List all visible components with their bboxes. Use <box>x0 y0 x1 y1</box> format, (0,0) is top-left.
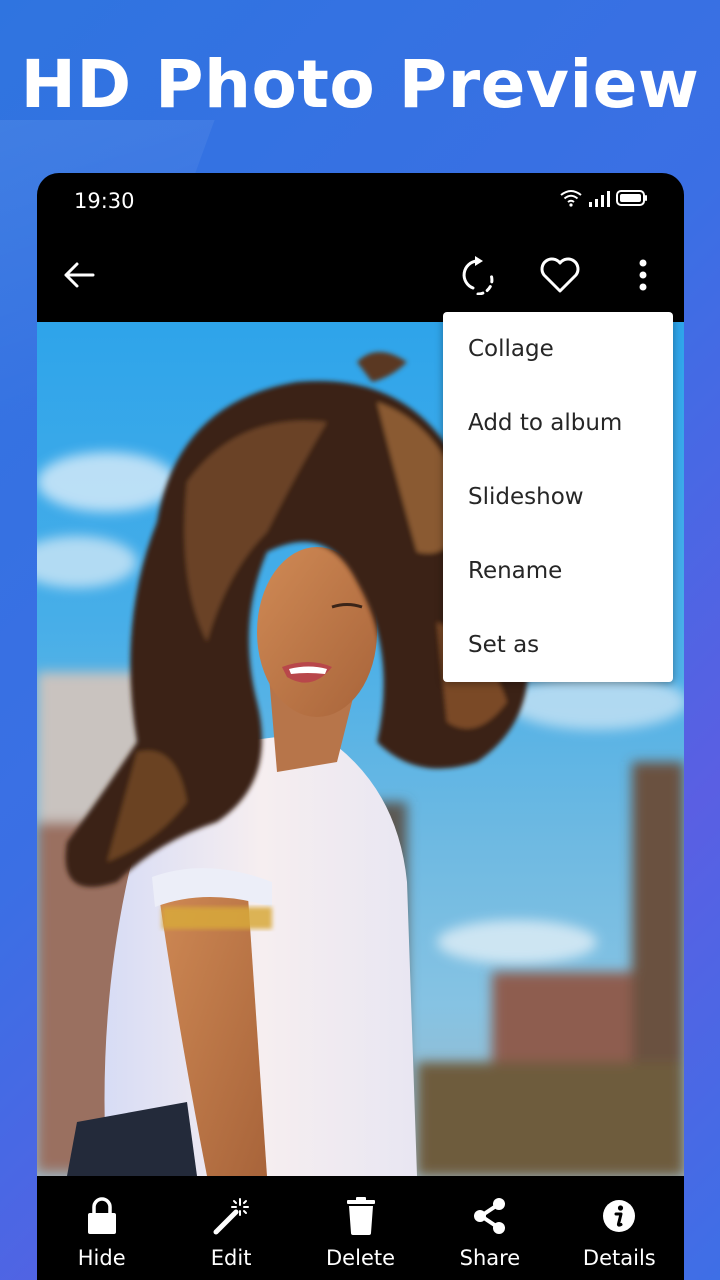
status-time: 19:30 <box>74 189 135 213</box>
arrow-left-icon <box>64 262 95 288</box>
info-icon <box>603 1200 636 1232</box>
battery-icon <box>616 190 647 206</box>
more-options-button[interactable] <box>619 251 667 299</box>
delete-label: Delete <box>326 1246 396 1270</box>
lock-icon <box>87 1197 116 1234</box>
menu-item-collage[interactable]: Collage <box>443 312 673 386</box>
phone-frame: 19:30 Collage Add to album Slideshow Ren… <box>37 173 684 1280</box>
bottom-action-bar: Hide Edit Delete Share Details <box>37 1176 684 1280</box>
share-button[interactable]: Share <box>425 1176 554 1280</box>
delete-button[interactable]: Delete <box>296 1176 425 1280</box>
menu-item-rename[interactable]: Rename <box>443 534 673 608</box>
back-button[interactable] <box>55 251 103 299</box>
menu-item-slideshow[interactable]: Slideshow <box>443 460 673 534</box>
status-icons <box>560 189 648 207</box>
edit-label: Edit <box>210 1246 252 1270</box>
details-label: Details <box>582 1246 656 1270</box>
wifi-icon <box>560 190 582 207</box>
top-toolbar <box>37 229 684 322</box>
hide-button[interactable]: Hide <box>37 1176 166 1280</box>
details-button[interactable]: Details <box>555 1176 684 1280</box>
more-vert-icon <box>639 259 647 291</box>
rotate-button[interactable] <box>453 251 501 299</box>
favorite-button[interactable] <box>536 251 584 299</box>
magic-wand-icon <box>213 1198 250 1235</box>
status-bar: 19:30 <box>37 173 684 229</box>
heart-icon <box>540 257 580 293</box>
menu-item-add-to-album[interactable]: Add to album <box>443 386 673 460</box>
signal-icon <box>589 191 610 207</box>
hide-label: Hide <box>77 1246 126 1270</box>
edit-button[interactable]: Edit <box>166 1176 295 1280</box>
overflow-menu: Collage Add to album Slideshow Rename Se… <box>443 312 673 682</box>
trash-icon <box>346 1197 375 1235</box>
share-icon <box>473 1198 505 1234</box>
share-label: Share <box>459 1246 521 1270</box>
menu-item-set-as[interactable]: Set as <box>443 608 673 682</box>
promo-headline: HD Photo Preview <box>20 46 700 123</box>
rotate-icon <box>462 256 494 295</box>
